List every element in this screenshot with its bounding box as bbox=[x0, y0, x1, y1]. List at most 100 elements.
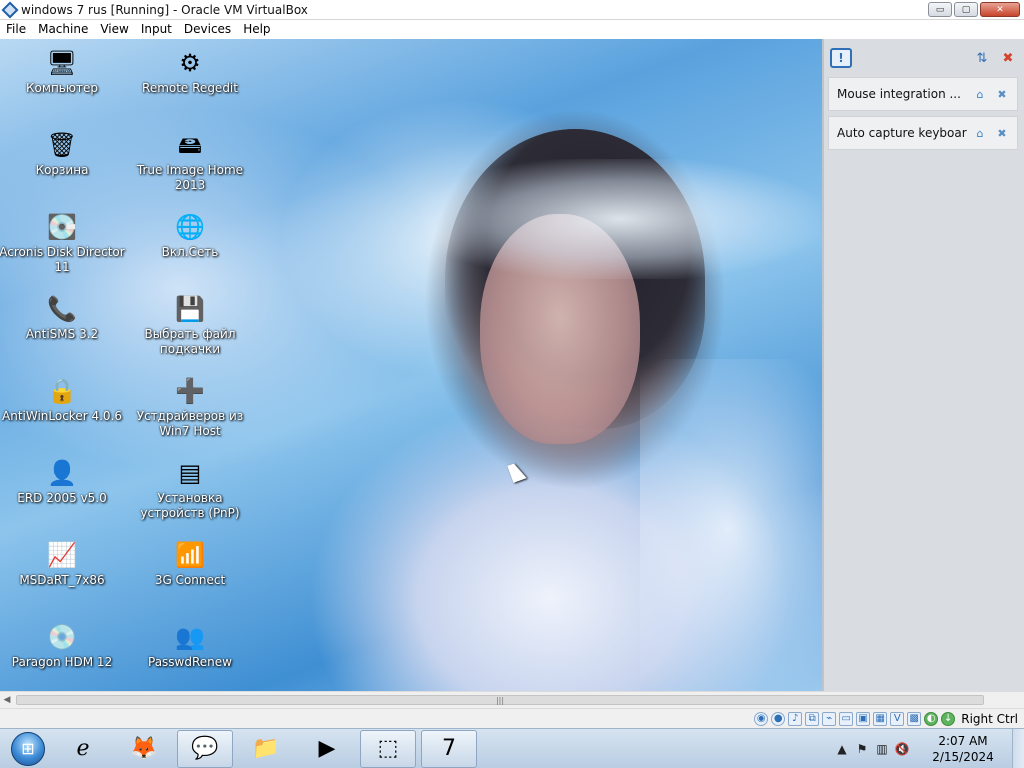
desktop-icon-label: ERD 2005 v5.0 bbox=[17, 491, 107, 505]
desktop-icon-label: Paragon HDM 12 bbox=[11, 655, 113, 669]
notification-info-icon: ! bbox=[830, 48, 852, 68]
display-status-icon[interactable]: ▣ bbox=[856, 711, 871, 726]
mouse-cursor-icon bbox=[507, 461, 527, 483]
window-title: windows 7 rus [Running] - Oracle VM Virt… bbox=[21, 2, 308, 17]
notification-auto-capture-keyboard[interactable]: Auto capture keyboard ... ⌂ ✖ bbox=[828, 116, 1018, 150]
windows-logo-icon: ⊞ bbox=[11, 731, 45, 766]
desktop-icon-antiwinlocker[interactable]: 🔒 AntiWinLocker 4.0.6 bbox=[0, 375, 127, 424]
desktop-icon-computer[interactable]: 🖥 Компьютер bbox=[0, 47, 127, 96]
taskbar-internet-explorer[interactable]: ℯ bbox=[55, 730, 111, 768]
taskbar-firefox[interactable]: 🦊 bbox=[116, 730, 172, 768]
menu-bar: File Machine View Input Devices Help bbox=[0, 20, 1024, 39]
desktop-icon-label: Устдрайверов из Win7 Host bbox=[136, 409, 244, 438]
pagefile-icon: 💾 bbox=[175, 295, 205, 323]
host-key-label[interactable]: Right Ctrl bbox=[961, 712, 1018, 726]
hard-disk-status-icon[interactable]: ◉ bbox=[754, 711, 769, 726]
desktop-icon-pagefile[interactable]: 💾 Выбрать файл подкачки bbox=[125, 293, 255, 357]
capture-status-icon[interactable]: V bbox=[890, 711, 905, 726]
usb-status-icon[interactable]: ⌁ bbox=[822, 711, 837, 726]
desktop-icon-remote-regedit[interactable]: ⚙ Remote Regedit bbox=[125, 47, 255, 96]
notification-help-button[interactable]: ⌂ bbox=[971, 124, 989, 142]
horizontal-scrollbar[interactable]: ◀ ||| bbox=[0, 691, 1024, 708]
menu-help[interactable]: Help bbox=[237, 20, 276, 39]
scroll-left-arrow[interactable]: ◀ bbox=[0, 695, 14, 705]
desktop-icon-3g-connect[interactable]: 📶 3G Connect bbox=[125, 539, 255, 588]
taskbar-file-explorer[interactable]: 📁 bbox=[238, 730, 294, 768]
pnp-device-icon: ▤ bbox=[178, 459, 202, 487]
desktop-icon-label: Компьютер bbox=[26, 81, 98, 95]
start-button[interactable]: ⊞ bbox=[6, 729, 50, 768]
taskbar-windows7-vm[interactable]: 7 bbox=[421, 729, 477, 768]
true-image-icon: 🖴 bbox=[177, 131, 203, 159]
desktop-icon-label: True Image Home 2013 bbox=[136, 163, 244, 192]
tray-volume-muted-icon[interactable]: 🔇 bbox=[892, 742, 912, 756]
notification-text: Mouse integration ... bbox=[837, 87, 961, 101]
close-button[interactable]: ✕ bbox=[980, 2, 1020, 17]
optical-drive-status-icon[interactable]: ● bbox=[771, 711, 786, 726]
desktop-icon-msdart[interactable]: 📈 MSDaRT_7x86 bbox=[0, 539, 127, 588]
taskbar-virtualbox[interactable]: ⬚ bbox=[360, 729, 416, 768]
taskbar-media-player[interactable]: ▶ bbox=[299, 730, 355, 768]
vm-status-bar: ◉ ● ♪ ⧉ ⌁ ▭ ▣ ▦ V ▩ ◐ ↓ Right Ctrl bbox=[0, 708, 1024, 728]
notification-text: Auto capture keyboard ... bbox=[837, 126, 967, 140]
sort-notifications-button[interactable]: ⇅ bbox=[972, 48, 992, 68]
notification-mouse-integration[interactable]: Mouse integration ... ⌂ ✖ bbox=[828, 77, 1018, 111]
wallpaper-cloud-right bbox=[640, 359, 822, 691]
tray-network-icon[interactable]: ▥ bbox=[872, 742, 892, 756]
desktop-icon-network[interactable]: 🌐 Вкл.Сеть bbox=[125, 211, 255, 260]
guest-taskbar: ⊞ ℯ 🦊 💬 📁 ▶ ⬚ 7 ▲ ⚑ ▥ 🔇 2:07 AM 2/15/202… bbox=[0, 728, 1024, 768]
guest-additions-status-icon[interactable]: ◐ bbox=[924, 711, 939, 726]
msdart-icon: 📈 bbox=[47, 541, 77, 569]
desktop-icon-label: AntiWinLocker 4.0.6 bbox=[2, 409, 122, 423]
minimize-button[interactable]: ▭ bbox=[928, 2, 952, 17]
taskbar-chat-app[interactable]: 💬 bbox=[177, 729, 233, 768]
notification-center-header: ! ⇅ ✖ bbox=[824, 39, 1024, 77]
network-status-icon[interactable]: ⧉ bbox=[805, 711, 820, 726]
acronis-disk-director-icon: 💽 bbox=[47, 213, 77, 241]
scrollbar-thumb[interactable]: ||| bbox=[16, 695, 984, 705]
virtualbox-app-icon bbox=[1, 1, 19, 18]
audio-status-icon[interactable]: ♪ bbox=[788, 711, 803, 726]
desktop-icon-driver-install[interactable]: ➕ Устдрайверов из Win7 Host bbox=[125, 375, 255, 439]
passwd-renew-icon: 👥 bbox=[175, 623, 205, 651]
desktop-icon-antisms[interactable]: 📞 AntiSMS 3.2 bbox=[0, 293, 127, 342]
tray-action-center-flag-icon[interactable]: ⚑ bbox=[852, 742, 872, 756]
notification-close-button[interactable]: ✖ bbox=[993, 85, 1011, 103]
window-controls: ▭ ▢ ✕ bbox=[928, 2, 1020, 17]
tray-show-hidden-icon[interactable]: ▲ bbox=[832, 742, 852, 756]
menu-input[interactable]: Input bbox=[135, 20, 178, 39]
arrow-down-status-icon[interactable]: ↓ bbox=[941, 711, 956, 726]
desktop-icon-label: Установка устройств (PnP) bbox=[140, 491, 240, 520]
desktop-icon-acronis[interactable]: 💽 Acronis Disk Director 11 bbox=[0, 211, 127, 275]
desktop-icon-pnp[interactable]: ▤ Установка устройств (PnP) bbox=[125, 457, 255, 521]
desktop-icon-recycle-bin[interactable]: 🗑 Корзина bbox=[0, 129, 127, 178]
clock[interactable]: 2:07 AM 2/15/2024 bbox=[920, 733, 1006, 765]
notification-help-button[interactable]: ⌂ bbox=[971, 85, 989, 103]
system-tray: ▲ ⚑ ▥ 🔇 2:07 AM 2/15/2024 bbox=[832, 728, 1024, 768]
desktop-icon-label: Remote Regedit bbox=[142, 81, 238, 95]
notification-close-button[interactable]: ✖ bbox=[993, 124, 1011, 142]
desktop-icon-label: Acronis Disk Director 11 bbox=[0, 245, 125, 274]
show-desktop-button[interactable] bbox=[1012, 728, 1024, 768]
desktop-icon-erd[interactable]: 👤 ERD 2005 v5.0 bbox=[0, 457, 127, 506]
notification-center: ! ⇅ ✖ Mouse integration ... ⌂ ✖ Auto cap… bbox=[822, 39, 1024, 691]
menu-machine[interactable]: Machine bbox=[32, 20, 94, 39]
desktop-icon-label: Выбрать файл подкачки bbox=[144, 327, 236, 356]
desktop-icon-label: AntiSMS 3.2 bbox=[25, 327, 99, 341]
menu-devices[interactable]: Devices bbox=[178, 20, 237, 39]
dismiss-all-button[interactable]: ✖ bbox=[998, 48, 1018, 68]
desktop-icon-passwdrenew[interactable]: 👥 PasswdRenew bbox=[125, 621, 255, 670]
desktop-icon-paragon[interactable]: 💿 Paragon HDM 12 bbox=[0, 621, 127, 670]
menu-view[interactable]: View bbox=[94, 20, 134, 39]
desktop-icon-label: 3G Connect bbox=[154, 573, 226, 587]
maximize-button[interactable]: ▢ bbox=[954, 2, 978, 17]
computer-icon: 🖥 bbox=[46, 49, 78, 77]
guest-desktop[interactable]: 🖥 Компьютер 🗑 Корзина 💽 Acronis Disk Dir… bbox=[0, 39, 822, 691]
desktop-icon-true-image[interactable]: 🖴 True Image Home 2013 bbox=[125, 129, 255, 193]
menu-file[interactable]: File bbox=[0, 20, 32, 39]
desktop-icon-label: Вкл.Сеть bbox=[161, 245, 219, 259]
shared-folders-status-icon[interactable]: ▭ bbox=[839, 711, 854, 726]
window-title-bar[interactable]: windows 7 rus [Running] - Oracle VM Virt… bbox=[0, 0, 1024, 20]
recording-status-icon[interactable]: ▦ bbox=[873, 711, 888, 726]
cpu-status-icon[interactable]: ▩ bbox=[907, 711, 922, 726]
